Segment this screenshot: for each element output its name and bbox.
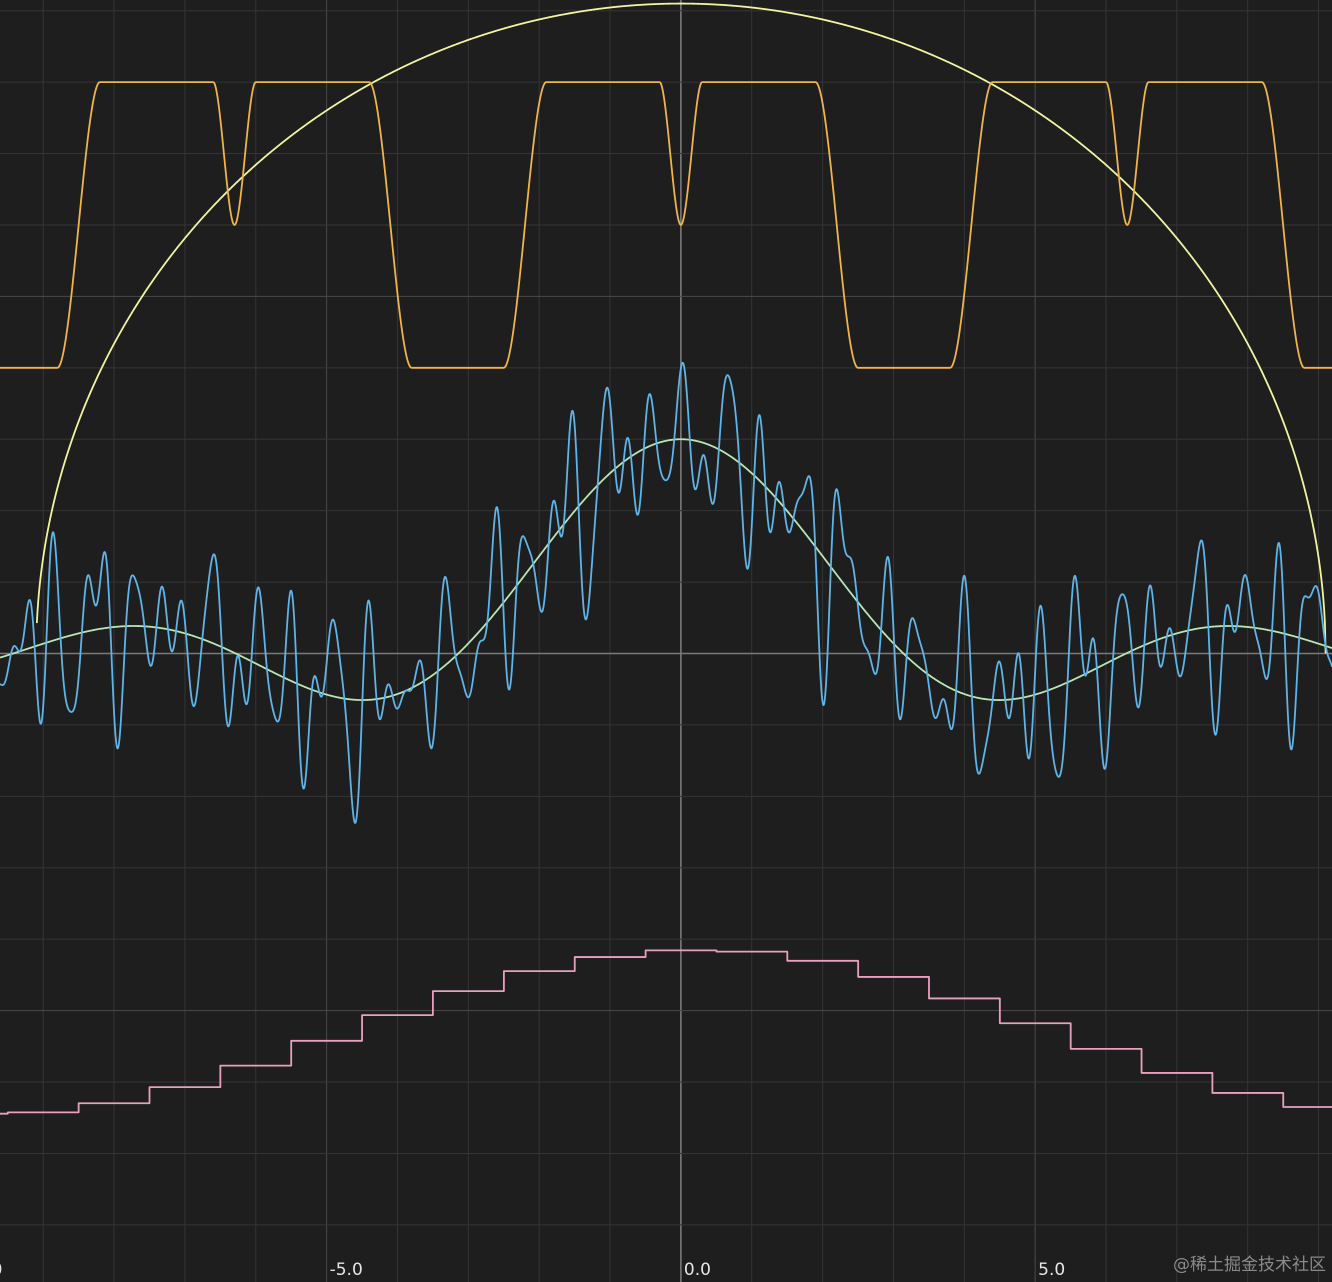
watermark-text: @稀土掘金技术社区 xyxy=(1173,1255,1326,1275)
x-tick-label: -5.0 xyxy=(330,1260,363,1280)
x-tick-label: 0.0 xyxy=(0,1260,2,1280)
x-tick-label: 0.0 xyxy=(684,1260,711,1280)
x-tick-label: 5.0 xyxy=(1038,1260,1065,1280)
chart-plot: 0.0 -5.0 0.0 5.0 @稀土掘金技术社区 xyxy=(0,0,1332,1282)
plot-background xyxy=(0,0,1332,1282)
